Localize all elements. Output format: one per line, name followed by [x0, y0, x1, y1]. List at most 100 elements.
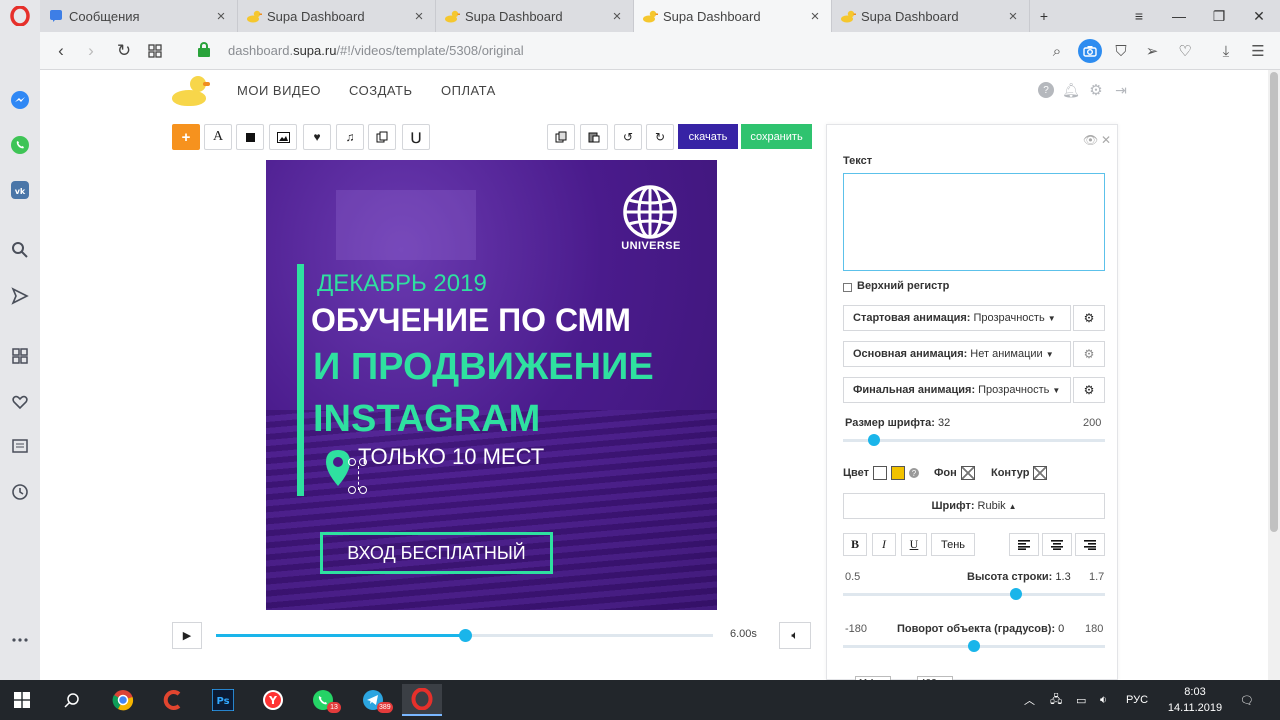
logout-icon[interactable]: ⇥ — [1113, 82, 1129, 98]
send-icon[interactable] — [8, 284, 32, 308]
ccleaner-icon[interactable] — [153, 684, 193, 716]
back-icon[interactable]: ‹ — [48, 38, 74, 64]
messenger-icon[interactable] — [8, 88, 32, 112]
nav-my-videos[interactable]: МОИ ВИДЕО — [237, 83, 321, 98]
final-animation-select[interactable]: Финальная анимация: Прозрачность ▼ — [843, 377, 1071, 403]
font-select[interactable]: Шрифт: Rubik ▲ — [843, 493, 1105, 519]
tab-supa-dashboard-4[interactable]: Supa Dashboard × — [832, 0, 1030, 32]
new-tab-plus-icon[interactable]: + — [1030, 0, 1058, 32]
window-close-icon[interactable]: ✕ — [1240, 0, 1278, 32]
opera-menu-icon[interactable] — [8, 4, 32, 28]
show-hidden-icons[interactable]: ︿ — [1024, 680, 1035, 720]
image-tool-button[interactable] — [269, 124, 297, 150]
text-tool-button[interactable]: A — [204, 124, 232, 150]
resize-handle-bottom-right[interactable] — [359, 486, 367, 494]
close-icon[interactable]: × — [1005, 8, 1021, 25]
cta-free-entry[interactable]: ВХОД БЕСПЛАТНЫЙ — [320, 532, 553, 574]
tab-menu-icon[interactable]: ≡ — [1120, 0, 1158, 32]
chrome-icon[interactable] — [103, 684, 143, 716]
vk-icon[interactable]: vk — [8, 178, 32, 202]
supa-duck-logo[interactable] — [170, 74, 210, 108]
shadow-button[interactable]: Тень — [931, 533, 975, 556]
headline-line-1[interactable]: ОБУЧЕНИЕ ПО СММ — [311, 302, 631, 339]
speed-dial-icon[interactable] — [8, 344, 32, 368]
save-button[interactable]: сохранить — [741, 124, 812, 149]
tab-supa-dashboard-2[interactable]: Supa Dashboard × — [436, 0, 634, 32]
easy-setup-icon[interactable]: ☰ — [1246, 39, 1270, 63]
copy-style-button[interactable] — [547, 124, 575, 150]
background-color-swatch[interactable] — [961, 466, 975, 480]
gear-icon[interactable]: ⚙ — [1088, 82, 1104, 99]
font-size-thumb[interactable] — [868, 434, 881, 446]
line-height-thumb[interactable] — [1009, 588, 1022, 600]
resize-handle-bottom-left[interactable] — [348, 486, 356, 494]
rotation-thumb[interactable] — [968, 640, 980, 652]
font-size-slider[interactable] — [843, 434, 1105, 446]
rotation-slider[interactable] — [843, 640, 1105, 652]
nav-create[interactable]: СОЗДАТЬ — [349, 83, 413, 98]
eye-hidden-icon[interactable]: 👁︎ — [1083, 133, 1098, 147]
start-animation-select[interactable]: Стартовая анимация: Прозрачность ▼ — [843, 305, 1071, 331]
whatsapp-taskbar-icon[interactable]: 13 — [303, 684, 343, 716]
reload-icon[interactable]: ↻ — [111, 38, 137, 64]
tab-messages[interactable]: Сообщения × — [40, 0, 238, 32]
history-clock-icon[interactable] — [8, 480, 32, 504]
timeline-thumb[interactable] — [458, 629, 472, 642]
paste-button[interactable] — [580, 124, 608, 150]
seats-text[interactable]: ТОЛЬКО 10 МЕСТ — [358, 444, 544, 470]
minimize-icon[interactable]: — — [1160, 0, 1198, 32]
italic-button[interactable]: I — [872, 533, 896, 556]
notifications-icon[interactable]: 🗨︎ — [1240, 680, 1254, 720]
undo-button[interactable]: ↺ — [614, 124, 642, 150]
music-tool-button[interactable]: ♫ — [336, 124, 364, 150]
bell-icon[interactable]: 🔔︎ — [1062, 82, 1080, 98]
maximize-icon[interactable]: ❐ — [1200, 0, 1238, 32]
redo-button[interactable]: ↻ — [646, 124, 674, 150]
keyboard-language[interactable]: РУС — [1126, 680, 1148, 720]
close-icon[interactable]: × — [411, 8, 427, 25]
bookmarks-heart-icon[interactable] — [8, 390, 32, 414]
tabs-grid-icon[interactable] — [142, 38, 168, 64]
taskbar-search-icon[interactable] — [52, 684, 92, 716]
secure-lock-icon[interactable] — [198, 42, 210, 58]
headline-line-2[interactable]: И ПРОДВИЖЕНИЕ — [313, 346, 654, 389]
main-animation-settings-button[interactable]: ⚙ — [1073, 341, 1105, 367]
download-button[interactable]: скачать — [678, 124, 738, 149]
date-text[interactable]: ДЕКАБРЬ 2019 — [317, 270, 487, 298]
close-icon[interactable]: × — [213, 8, 229, 25]
main-animation-select[interactable]: Основная анимация: Нет анимации ▼ — [843, 341, 1071, 367]
line-height-slider[interactable] — [843, 588, 1105, 600]
help-icon[interactable]: ? — [1038, 82, 1054, 98]
download-icon[interactable]: ⤓ — [1214, 39, 1238, 63]
uppercase-checkbox[interactable] — [843, 283, 852, 292]
nav-payment[interactable]: ОПЛАТА — [441, 83, 496, 98]
final-animation-settings-button[interactable]: ⚙ — [1073, 377, 1105, 403]
tab-supa-dashboard-active[interactable]: Supa Dashboard × — [634, 0, 832, 32]
shape-tool-button[interactable] — [236, 124, 264, 150]
close-icon[interactable]: × — [609, 8, 625, 25]
align-center-button[interactable] — [1042, 533, 1072, 556]
resize-handle-top-right[interactable] — [359, 458, 367, 466]
align-left-button[interactable] — [1009, 533, 1039, 556]
magnet-button[interactable]: ⋃ — [402, 124, 430, 150]
close-icon[interactable]: × — [807, 8, 823, 25]
brand-label[interactable]: UNIVERSE — [606, 240, 696, 252]
duplicate-button[interactable] — [368, 124, 396, 150]
help-icon[interactable]: ? — [909, 468, 919, 478]
outline-color-swatch[interactable] — [1033, 466, 1047, 480]
play-button[interactable]: ▶ — [172, 622, 202, 649]
resize-handle-top-left[interactable] — [348, 458, 356, 466]
system-clock[interactable]: 8:03 14.11.2019 — [1160, 684, 1230, 716]
text-color-swatch[interactable] — [873, 466, 887, 480]
news-icon[interactable] — [8, 434, 32, 458]
opera-taskbar-icon[interactable] — [402, 684, 442, 716]
yandex-browser-icon[interactable]: Y — [253, 684, 293, 716]
tab-supa-dashboard-1[interactable]: Supa Dashboard × — [238, 0, 436, 32]
video-canvas[interactable]: UNIVERSE ДЕКАБРЬ 2019 ОБУЧЕНИЕ ПО СММ И … — [266, 160, 717, 610]
scrollbar-thumb[interactable] — [1270, 72, 1278, 532]
forward-icon[interactable]: › — [78, 38, 104, 64]
adblock-shield-icon[interactable]: ⛉ — [1109, 39, 1133, 63]
add-element-button[interactable]: + — [172, 124, 200, 150]
text-input[interactable] — [843, 173, 1105, 271]
volume-button[interactable]: 🔈︎ — [779, 622, 811, 649]
